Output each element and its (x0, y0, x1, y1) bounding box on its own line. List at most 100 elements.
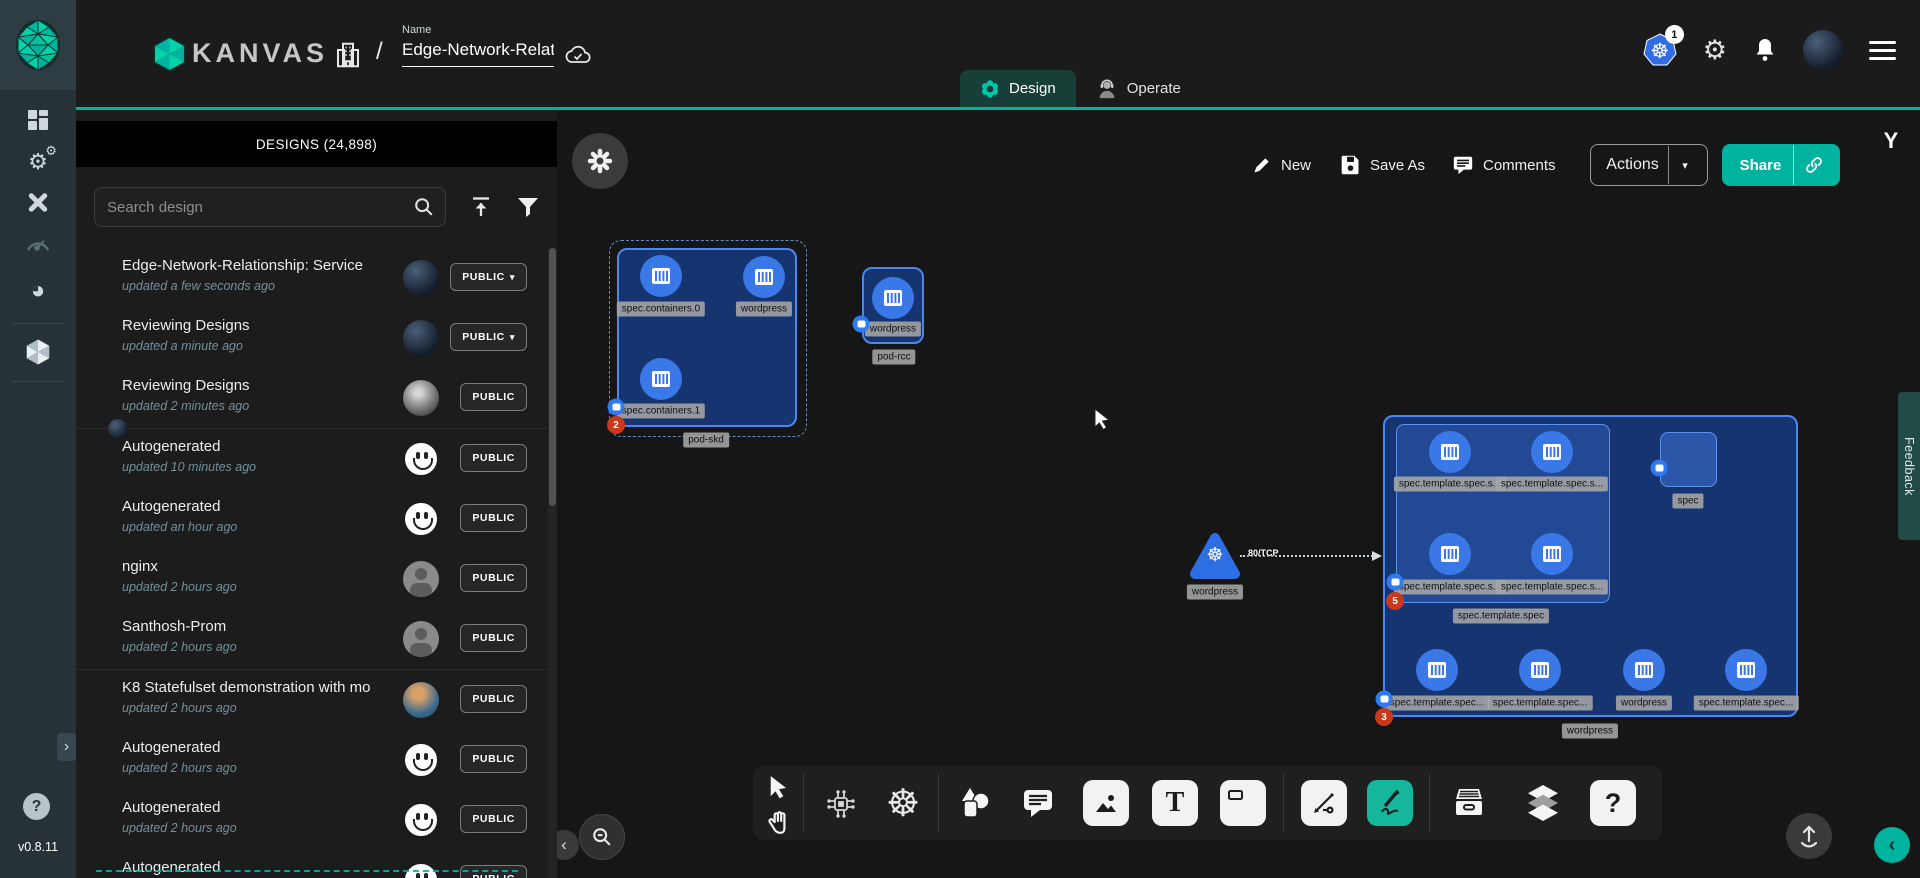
sidebar-item-performance[interactable] (0, 223, 76, 263)
settings-gear-icon[interactable]: ⚙ (1703, 37, 1727, 64)
issue-count-badge[interactable]: 5 (1386, 592, 1404, 610)
copy-link-icon[interactable] (1794, 155, 1834, 175)
visibility-badge[interactable]: PUBLIC (460, 805, 527, 833)
spec-node[interactable] (1660, 432, 1717, 487)
sidebar-item-kanvas[interactable] (0, 332, 76, 372)
design-list-item[interactable]: Autogenerated updated 2 hours ago PUBLIC (76, 790, 548, 851)
crossed-tools-icon (25, 190, 51, 216)
sidebar-item-lifecycle[interactable]: ⚙⚙ (0, 142, 76, 182)
tab-operate[interactable]: Operate (1076, 70, 1201, 107)
container-node[interactable] (1429, 533, 1471, 575)
container-node[interactable] (1531, 533, 1573, 575)
container-node[interactable] (1429, 431, 1471, 473)
help-button[interactable]: ? (23, 793, 50, 820)
shapes-tool[interactable] (955, 782, 995, 824)
pen-path-tool[interactable] (1301, 780, 1347, 826)
freehand-draw-tool[interactable] (1367, 780, 1413, 826)
collapse-dock-button[interactable]: ‹ (1874, 827, 1910, 863)
kubernetes-context-button[interactable]: ☸ 1 (1643, 33, 1677, 67)
visibility-badge[interactable]: PUBLIC (460, 383, 527, 411)
canvas-menu-button[interactable] (572, 133, 628, 189)
kubernetes-tool[interactable]: ☸ (883, 783, 923, 823)
caret-down-icon[interactable]: ▾ (1669, 159, 1701, 172)
design-name-label: Name (402, 24, 554, 36)
visibility-badge[interactable]: PUBLIC (460, 745, 527, 773)
design-list-item[interactable]: Autogenerated updated 2 hours ago PUBLIC (76, 730, 548, 791)
image-tool[interactable] (1083, 780, 1129, 826)
new-design-button[interactable]: New (1252, 150, 1311, 180)
panel-scrollbar-thumb[interactable] (549, 248, 556, 506)
design-name-input[interactable]: Edge-Network-Relatio (402, 40, 554, 67)
visibility-select[interactable]: PUBLIC▾ (450, 263, 527, 291)
meshery-logo[interactable] (0, 0, 76, 90)
design-list-item[interactable]: Edge-Network-Relationship: Service updat… (76, 248, 548, 309)
user-avatar[interactable] (1803, 30, 1843, 70)
container-node[interactable] (1725, 649, 1767, 691)
feedback-tab[interactable]: Feedback (1898, 392, 1920, 540)
container-node[interactable] (1531, 431, 1573, 473)
container-node[interactable] (640, 255, 682, 297)
search-input[interactable] (105, 198, 413, 217)
shapes-dock-toggle[interactable]: Y (1878, 128, 1904, 154)
issue-count-badge[interactable]: 3 (1375, 708, 1393, 726)
zoom-button[interactable] (579, 814, 625, 860)
container-node[interactable] (872, 277, 914, 319)
note-tool[interactable] (1220, 780, 1266, 826)
design-list-item[interactable]: Autogenerated updated an hour ago PUBLIC (76, 489, 548, 550)
pod-kind-badge[interactable] (1651, 460, 1668, 477)
issue-count-badge[interactable]: 2 (607, 416, 625, 434)
notifications-bell-icon[interactable] (1753, 37, 1777, 63)
container-node[interactable] (640, 358, 682, 400)
container-node[interactable] (1623, 649, 1665, 691)
design-list-item[interactable]: Santhosh-Prom updated 2 hours ago PUBLIC (76, 609, 548, 670)
visibility-badge[interactable]: PUBLIC (460, 504, 527, 532)
comment-tool[interactable] (1018, 783, 1058, 823)
design-list-item[interactable]: Reviewing Designs updated a minute ago P… (76, 308, 548, 369)
design-search-box[interactable] (94, 187, 446, 227)
design-updated: updated 2 minutes ago (122, 399, 249, 413)
menu-hamburger-icon[interactable] (1869, 41, 1896, 60)
design-list-item[interactable]: Reviewing Designs updated 2 minutes ago … (76, 368, 548, 429)
organization-icon[interactable] (333, 40, 363, 70)
design-list-item[interactable]: nginx updated 2 hours ago PUBLIC (76, 549, 548, 610)
visibility-badge[interactable]: PUBLIC (460, 564, 527, 592)
pod-kind-badge[interactable] (853, 316, 870, 333)
sidebar-item-dashboard[interactable] (0, 100, 76, 140)
pan-hand-tool[interactable] (759, 806, 799, 838)
design-name-field[interactable]: Name Edge-Network-Relatio (402, 24, 554, 67)
node-label: spec.containers.0 (617, 302, 705, 317)
filter-icon[interactable] (516, 196, 540, 218)
layers-tool[interactable] (1521, 779, 1565, 827)
designs-drawer-tool[interactable] (1447, 781, 1491, 825)
container-node[interactable] (1416, 649, 1458, 691)
fit-view-button[interactable] (1786, 813, 1832, 859)
container-node[interactable] (1519, 649, 1561, 691)
import-design-icon[interactable] (468, 195, 494, 219)
save-as-button[interactable]: Save As (1340, 150, 1425, 180)
container-node[interactable] (743, 256, 785, 298)
components-tool[interactable] (821, 784, 861, 824)
sidebar-expand-handle[interactable]: › (57, 733, 76, 761)
text-tool-glyph: T (1166, 787, 1185, 819)
tab-design[interactable]: Design (960, 70, 1076, 107)
sidebar-item-configuration[interactable] (0, 183, 76, 223)
design-list-item[interactable]: K8 Statefulset demonstration with mo upd… (76, 670, 548, 731)
visibility-badge[interactable]: PUBLIC (460, 624, 527, 652)
node-label: spec.containers.1 (617, 404, 705, 419)
design-list-item[interactable]: Autogenerated updated 10 minutes ago PUB… (76, 429, 548, 490)
help-tool[interactable]: ? (1590, 780, 1636, 826)
sidebar-item-extensions[interactable]: ◕ (0, 271, 76, 311)
text-tool[interactable]: T (1152, 780, 1198, 826)
select-cursor-tool[interactable] (761, 772, 797, 804)
share-button[interactable]: Share (1722, 144, 1840, 186)
visibility-badge[interactable]: PUBLIC (460, 444, 527, 472)
comments-icon (1452, 154, 1474, 176)
pod-kind-badge[interactable] (1376, 691, 1393, 708)
pod-kind-badge[interactable] (1387, 574, 1404, 591)
pod-kind-badge[interactable] (608, 399, 625, 416)
design-list-item[interactable]: Autogenerated updated 2 hours ago PUBLIC (76, 850, 548, 878)
comments-button[interactable]: Comments (1452, 150, 1556, 180)
actions-button[interactable]: Actions ▾ (1590, 144, 1708, 186)
visibility-select[interactable]: PUBLIC▾ (450, 323, 527, 351)
visibility-badge[interactable]: PUBLIC (460, 685, 527, 713)
